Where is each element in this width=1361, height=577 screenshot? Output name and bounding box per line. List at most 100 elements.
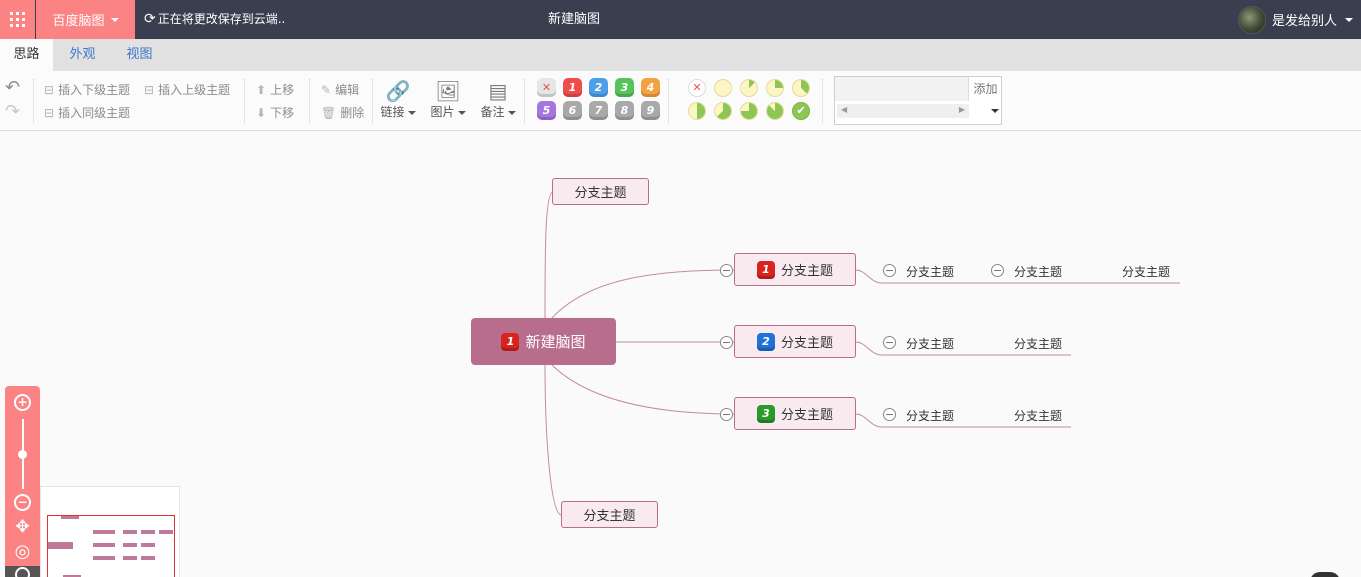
branch-node-2[interactable]: 2 分支主题	[734, 325, 856, 358]
scroll-right-icon[interactable]: ▶	[959, 105, 965, 114]
branch-node-1[interactable]: 1 分支主题	[734, 253, 856, 286]
user-menu[interactable]: 是发给别人	[1237, 0, 1353, 39]
zoom-slider-thumb[interactable]	[18, 450, 27, 459]
priority-button[interactable]: 7	[589, 101, 608, 120]
progress-clear-button[interactable]: ✕	[688, 79, 706, 97]
edit-icon: ✎	[321, 82, 332, 97]
progress-button[interactable]	[714, 102, 732, 120]
zoom-out-icon[interactable]: −	[14, 494, 31, 511]
insert-parent-label: 插入上级主题	[158, 83, 231, 97]
priority-button[interactable]: 6	[563, 101, 582, 120]
redo-icon[interactable]: ↷	[5, 103, 20, 121]
sub-node[interactable]: 分支主题	[906, 335, 954, 352]
insert-sibling-button[interactable]: ⊟ 插入同级主题	[44, 104, 130, 121]
tab-idea[interactable]: 思路	[0, 39, 53, 71]
brand-menu-button[interactable]: 百度脑图	[36, 0, 135, 39]
progress-button[interactable]	[792, 79, 810, 97]
image-button[interactable]: 🖼 图片	[426, 79, 470, 120]
priority-button[interactable]: 8	[615, 101, 634, 120]
zoom-in-icon[interactable]: +	[14, 394, 31, 411]
priority-button[interactable]: 3	[615, 78, 634, 97]
user-name: 是发给别人	[1271, 14, 1337, 29]
apps-menu-button[interactable]	[0, 0, 35, 39]
move-down-button[interactable]: ⬇ 下移	[256, 104, 294, 121]
priority-button[interactable]: 1	[563, 78, 582, 97]
priority-button[interactable]: 2	[589, 78, 608, 97]
resource-add-button[interactable]: 添加	[970, 77, 1001, 101]
tab-appearance[interactable]: 外观	[55, 39, 110, 71]
sub-node[interactable]: 分支主题	[906, 407, 954, 424]
collapse-toggle[interactable]	[991, 264, 1004, 277]
sub-node[interactable]: 分支主题	[906, 263, 954, 280]
note-button[interactable]: ▤ 备注	[476, 79, 520, 120]
sub-node[interactable]: 分支主题	[1014, 335, 1062, 352]
progress-button[interactable]	[740, 79, 758, 97]
move-icon[interactable]: ✥	[14, 519, 31, 536]
insert-child-button[interactable]: ⊟ 插入下级主题	[44, 81, 130, 98]
top-bar: 百度脑图 ⟳ 正在将更改保存到云端.. 新建脑图 是发给别人	[0, 0, 1361, 39]
branch-node-bottom[interactable]: 分支主题	[561, 501, 658, 528]
delete-button[interactable]: 🗑 删除	[321, 104, 364, 121]
progress-button[interactable]	[740, 102, 758, 120]
resource-dropdown-icon[interactable]	[991, 109, 999, 113]
priority-button[interactable]: 5	[537, 101, 556, 120]
save-status-text: 正在将更改保存到云端..	[157, 12, 286, 26]
document-title[interactable]: 新建脑图	[474, 0, 674, 39]
chevron-down-icon	[457, 110, 466, 115]
priority-button[interactable]: 4	[641, 78, 660, 97]
collapse-toggle[interactable]	[883, 408, 896, 421]
priority-button[interactable]: 9	[641, 101, 660, 120]
sub-node[interactable]: 分支主题	[1122, 263, 1170, 280]
branch-label: 分支主题	[780, 336, 833, 351]
note-label: 备注	[480, 105, 505, 119]
sub-node[interactable]: 分支主题	[1014, 263, 1062, 280]
image-label: 图片	[430, 105, 455, 119]
progress-button[interactable]	[766, 79, 784, 97]
resource-scrollbar[interactable]: ◀ ▶	[837, 104, 969, 118]
image-icon: 🖼	[435, 79, 461, 103]
link-icon: 🔗	[385, 79, 411, 103]
progress-button[interactable]	[688, 102, 706, 120]
progress-button[interactable]: ✔	[792, 102, 810, 120]
chevron-down-icon	[110, 17, 119, 22]
insert-parent-button[interactable]: ⊟ 插入上级主题	[144, 81, 230, 98]
mindmap-canvas[interactable]: 分支主题 分支主题 1 新建脑图 1 分支主题 2 分支主题 3 分支主题 分支…	[0, 132, 1361, 577]
scroll-left-icon[interactable]: ◀	[841, 105, 847, 114]
locate-icon[interactable]: ◎	[14, 543, 31, 561]
collapse-toggle[interactable]	[720, 408, 733, 421]
root-node[interactable]: 1 新建脑图	[471, 318, 616, 365]
connector-top	[544, 191, 554, 319]
branch-label: 分支主题	[583, 509, 636, 524]
tab-view[interactable]: 视图	[112, 39, 167, 71]
navigator-viewport[interactable]	[47, 515, 175, 577]
connector-main-3	[551, 364, 735, 415]
resource-panel: 添加 ◀ ▶	[834, 76, 1002, 125]
scroll-indicator	[1310, 572, 1340, 577]
edit-button[interactable]: ✎ 编辑	[321, 81, 359, 98]
resource-input[interactable]	[835, 77, 969, 101]
connector-main-1	[551, 269, 735, 319]
branch-label: 分支主题	[780, 264, 833, 279]
insert-sibling-label: 插入同级主题	[58, 106, 131, 120]
arrow-up-icon: ⬆	[256, 82, 267, 97]
chevron-down-icon	[1345, 17, 1353, 22]
link-button[interactable]: 🔗 链接	[376, 79, 420, 120]
navigator-toggle[interactable]	[5, 566, 40, 577]
root-label: 新建脑图	[525, 333, 586, 351]
trash-icon: 🗑	[321, 105, 337, 120]
progress-button[interactable]	[766, 102, 784, 120]
progress-button[interactable]	[714, 79, 732, 97]
branch-node-top[interactable]: 分支主题	[552, 178, 649, 205]
collapse-toggle[interactable]	[883, 336, 896, 349]
priority-clear-button[interactable]: ✕	[537, 78, 556, 97]
collapse-toggle[interactable]	[720, 336, 733, 349]
sub-node[interactable]: 分支主题	[1014, 407, 1062, 424]
undo-icon[interactable]: ↶	[5, 79, 20, 97]
move-up-button[interactable]: ⬆ 上移	[256, 81, 294, 98]
move-up-label: 上移	[270, 83, 295, 97]
branch-node-3[interactable]: 3 分支主题	[734, 397, 856, 430]
navigator-thumbnail[interactable]	[40, 486, 180, 577]
collapse-toggle[interactable]	[883, 264, 896, 277]
collapse-toggle[interactable]	[720, 264, 733, 277]
insert-sibling-icon: ⊟	[44, 105, 55, 120]
